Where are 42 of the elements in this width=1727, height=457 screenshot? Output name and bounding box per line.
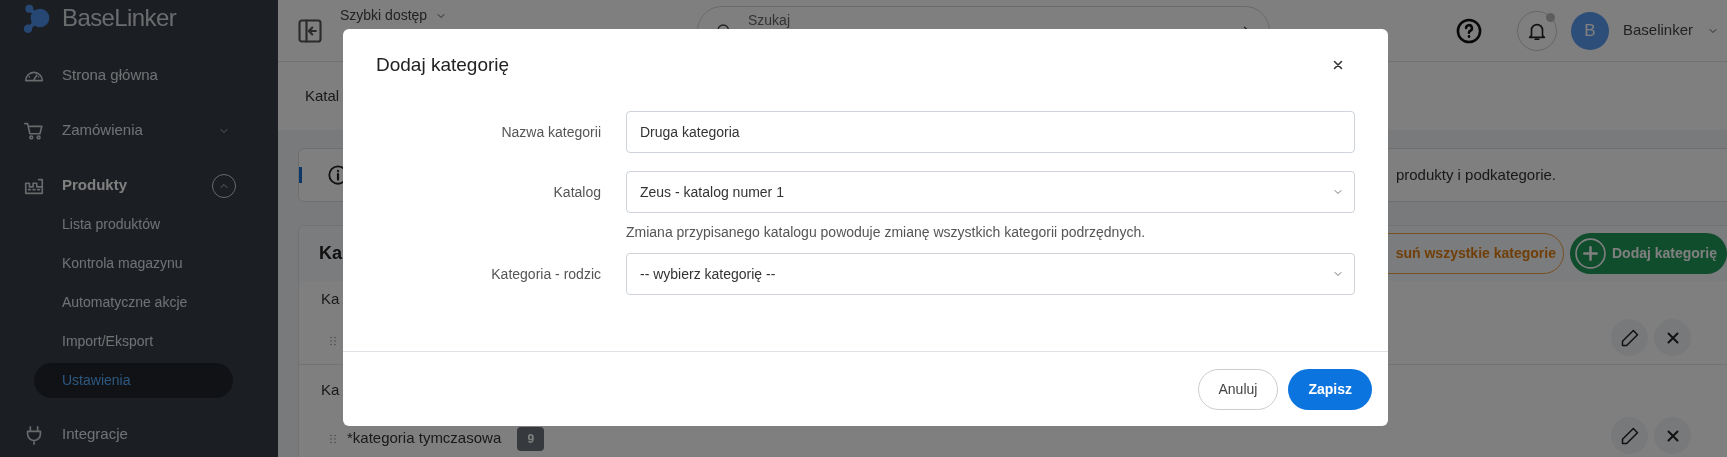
product-count: 9	[517, 426, 545, 451]
input-field[interactable]: Druga kategoria	[626, 111, 1355, 153]
sidebar-subitem[interactable]: Ustawienia	[34, 363, 233, 398]
add-category-button[interactable]: Dodaj kategorię	[1569, 233, 1727, 274]
sidebar-label[interactable]: Produkty	[62, 174, 195, 197]
section-heading: Ka	[321, 379, 340, 400]
category-name[interactable]: *kategoria tymczasowa	[347, 427, 502, 450]
quick-access-dropdown[interactable]: Szybki dostęp	[340, 5, 448, 26]
edit-button[interactable]	[1611, 417, 1648, 454]
plus-circle-icon	[1573, 237, 1607, 270]
delete-button[interactable]	[1654, 319, 1691, 356]
field-label: Kategoria - rodzic	[490, 264, 601, 284]
sidebar-subitem[interactable]: Lista produktów	[34, 207, 233, 242]
logo-text: BaseLinker	[62, 3, 177, 33]
sidebar-label[interactable]: Strona główna	[62, 64, 236, 87]
field-label: Nazwa kategorii	[500, 122, 601, 142]
select-field[interactable]: -- wybierz kategorię --	[626, 253, 1355, 295]
sidebar-toggle-icon	[296, 16, 324, 45]
sidebar-label[interactable]: Integracje	[62, 423, 236, 446]
select-field[interactable]: Zeus - katalog numer 1	[626, 171, 1355, 213]
sidebar-subitem[interactable]: Automatyczne akcje	[34, 285, 233, 320]
delete-button[interactable]	[1654, 417, 1691, 454]
modal-title: Dodaj kategorię	[376, 52, 510, 77]
pencil-icon	[1619, 425, 1640, 446]
user-avatar[interactable]: B	[1570, 11, 1609, 50]
card-title: Ka	[319, 242, 342, 265]
accent-bar	[299, 167, 302, 183]
field-hint: Zmiana przypisanego katalogu powoduje zmianę wszystkich kategorii podrzędnych.	[626, 223, 1147, 242]
info-text: produkty i podkategorie.	[1395, 164, 1556, 185]
pencil-icon	[1619, 327, 1640, 348]
question-circle-icon	[1454, 16, 1483, 45]
save-button[interactable]: Zapisz	[1288, 368, 1372, 410]
page-tab[interactable]: Katal	[305, 84, 340, 108]
edit-button[interactable]	[1611, 319, 1648, 356]
field-label: Katalog	[552, 182, 601, 202]
sidebar-subitem[interactable]: Import/Eksport	[34, 324, 233, 359]
sidebar-label[interactable]: Zamówienia	[62, 119, 201, 142]
close-icon	[1331, 58, 1345, 72]
cancel-button[interactable]: Anuluj	[1197, 368, 1279, 410]
sidebar-subitem[interactable]: Kontrola magazynu	[34, 246, 233, 281]
section-heading: Ka	[321, 288, 340, 309]
user-menu[interactable]: Baselinker	[1622, 19, 1719, 42]
